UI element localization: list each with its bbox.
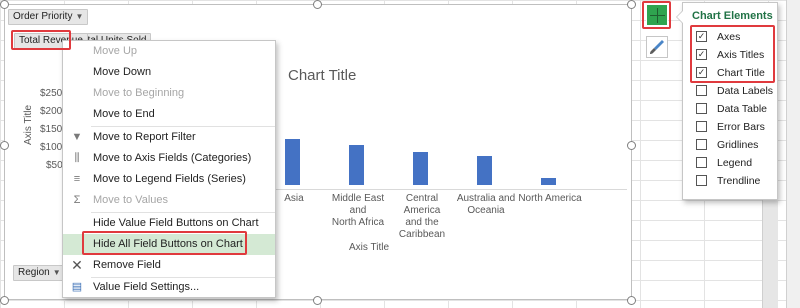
menu-item-move-to-end[interactable]: Move to End	[63, 104, 275, 125]
highlight-plus-button	[642, 1, 671, 29]
field-settings-icon: ▤	[71, 281, 83, 293]
sigma-icon: Σ	[73, 194, 81, 206]
category-label-line: Australia and	[456, 193, 516, 204]
highlight-hide-all-field-buttons	[82, 231, 247, 255]
category-label-line: Caribbean	[398, 229, 446, 240]
chart-element-error-bars[interactable]: Error Bars	[696, 119, 765, 135]
x-axis-line	[267, 189, 627, 190]
chart-elements-title: Chart Elements	[692, 10, 773, 22]
bar-asia[interactable]	[285, 139, 300, 185]
bar-north-america[interactable]	[541, 178, 556, 185]
menu-item-move-to-values[interactable]: Σ Move to Values	[63, 190, 275, 211]
order-priority-label: Order Priority	[13, 11, 73, 22]
menu-item-move-to-report-filter[interactable]: ▼ Move to Report Filter	[63, 127, 275, 148]
chart-element-data-table[interactable]: Data Table	[696, 101, 767, 117]
error-bars-checkbox[interactable]	[696, 121, 707, 132]
legend-fields-icon: ≡	[73, 173, 81, 185]
chart-title[interactable]: Chart Title	[288, 67, 356, 84]
resize-handle-top-right[interactable]	[627, 0, 636, 9]
category-label-line: Middle East and	[331, 193, 385, 216]
worksheet-scrollbar[interactable]	[762, 200, 778, 308]
chart-element-data-labels[interactable]: Data Labels	[696, 83, 773, 99]
category-label-line: North Africa	[331, 217, 385, 228]
data-labels-checkbox[interactable]	[696, 85, 707, 96]
remove-icon: ✕	[71, 257, 83, 273]
menu-item-move-down[interactable]: Move Down	[63, 62, 275, 83]
region-field-button[interactable]: Region ▼	[13, 265, 66, 281]
y-tick-label: $150	[40, 124, 63, 135]
chart-element-trendline[interactable]: Trendline	[696, 173, 760, 189]
x-axis-title[interactable]: Axis Title	[349, 242, 389, 253]
menu-item-move-to-legend-fields[interactable]: ≡ Move to Legend Fields (Series)	[63, 169, 275, 190]
chart-element-legend[interactable]: Legend	[696, 155, 752, 171]
category-label-line: Central America	[403, 193, 441, 216]
brush-icon	[650, 40, 664, 54]
dropdown-arrow-icon: ▼	[52, 268, 61, 277]
category-label-line: Oceania	[467, 205, 505, 216]
resize-handle-bottom-left[interactable]	[0, 296, 9, 305]
filter-icon: ▼	[71, 131, 83, 143]
bar-middle-east-and-north-africa[interactable]	[349, 144, 364, 185]
menu-item-move-to-beginning[interactable]: Move to Beginning	[63, 83, 275, 104]
highlight-checked-elements	[690, 25, 775, 83]
dropdown-arrow-icon: ▼	[75, 12, 84, 21]
region-label: Region	[18, 267, 50, 278]
y-tick-label: $50	[46, 160, 63, 171]
legend-checkbox[interactable]	[696, 157, 707, 168]
resize-handle-top[interactable]	[313, 0, 322, 9]
axis-fields-icon: ⫼	[74, 152, 80, 164]
y-tick-label: $200	[40, 106, 63, 117]
window-edge	[786, 0, 800, 308]
bar-australia-and-oceania[interactable]	[477, 156, 492, 185]
data-table-checkbox[interactable]	[696, 103, 707, 114]
y-tick-label: $250	[40, 88, 63, 99]
menu-item-value-field-settings[interactable]: ▤ Value Field Settings...	[63, 277, 275, 298]
y-axis-title[interactable]: Axis Title	[23, 105, 34, 145]
resize-handle-bottom[interactable]	[313, 296, 322, 305]
trendline-checkbox[interactable]	[696, 175, 707, 186]
highlight-total-revenue	[11, 30, 71, 50]
menu-item-move-to-axis-fields[interactable]: ⫼ Move to Axis Fields (Categories)	[63, 148, 275, 169]
order-priority-field-button[interactable]: Order Priority ▼	[8, 9, 89, 25]
category-label: Middle East and North Africa	[323, 193, 393, 229]
category-label: Central America and the Caribbean	[387, 193, 457, 241]
bar-central-america-and-the-caribbean[interactable]	[413, 152, 428, 185]
menu-item-move-up[interactable]: Move Up	[63, 41, 275, 62]
category-label: North America	[515, 193, 585, 205]
resize-handle-bottom-right[interactable]	[627, 296, 636, 305]
menu-item-remove-field[interactable]: ✕ Remove Field	[63, 255, 275, 276]
category-label-line: North America	[518, 193, 582, 204]
chart-element-gridlines[interactable]: Gridlines	[696, 137, 758, 153]
resize-handle-left[interactable]	[0, 141, 9, 150]
field-button-context-menu: Move Up Move Down Move to Beginning Move…	[62, 40, 276, 298]
resize-handle-right[interactable]	[627, 141, 636, 150]
y-tick-label: $100	[40, 142, 63, 153]
panel-pointer-inner	[677, 11, 683, 23]
chart-styles-brush-icon[interactable]	[646, 36, 668, 58]
resize-handle-top-left[interactable]	[0, 0, 9, 9]
category-label: Australia and Oceania	[451, 193, 521, 217]
gridlines-checkbox[interactable]	[696, 139, 707, 150]
category-label-line: and the	[405, 217, 439, 228]
